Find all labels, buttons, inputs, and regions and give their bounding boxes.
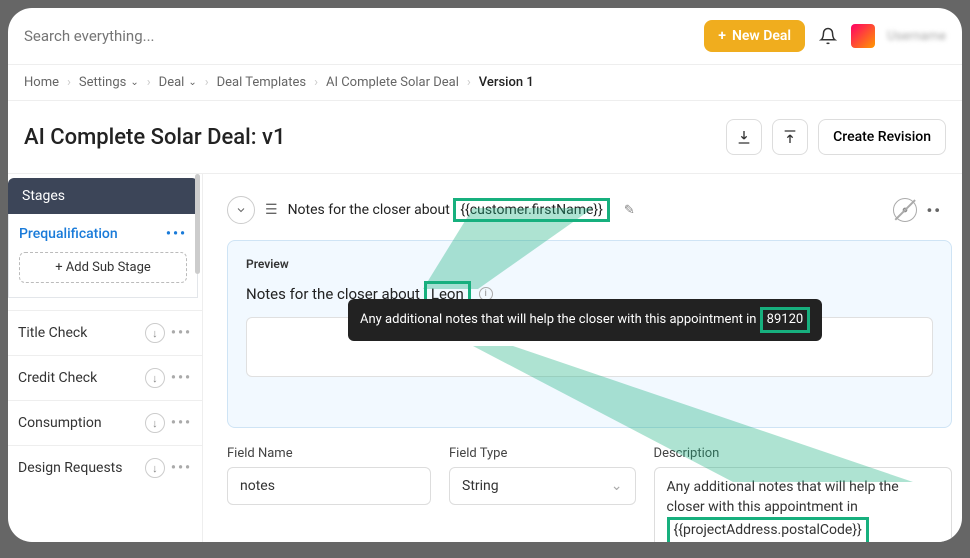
expression-highlight: {{projectAddress.postalCode}} bbox=[667, 517, 869, 542]
visibility-off-icon[interactable] bbox=[893, 198, 917, 222]
breadcrumb-item[interactable]: Deal ⌄ bbox=[159, 75, 197, 90]
stages-header: Stages bbox=[8, 178, 198, 214]
list-icon: ☰ bbox=[265, 202, 278, 218]
edit-icon[interactable]: ✎ bbox=[624, 203, 635, 218]
tooltip: Any additional notes that will help the … bbox=[348, 299, 822, 341]
add-sub-stage-button[interactable]: + Add Sub Stage bbox=[19, 252, 187, 283]
description-label: Description bbox=[654, 446, 952, 461]
page-title: AI Complete Solar Deal: v1 bbox=[24, 125, 716, 150]
field-type-select[interactable]: String⌄ bbox=[449, 467, 636, 505]
notifications-icon[interactable] bbox=[817, 25, 839, 47]
expression-highlight: {{customer.firstName}} bbox=[453, 198, 610, 222]
stage-item[interactable]: Title Check↓••• bbox=[8, 310, 202, 355]
topbar: +New Deal Username bbox=[8, 8, 962, 65]
upload-button[interactable] bbox=[772, 119, 808, 155]
create-revision-button[interactable]: Create Revision bbox=[818, 119, 946, 155]
field-type-label: Field Type bbox=[449, 446, 636, 461]
new-deal-button[interactable]: +New Deal bbox=[704, 20, 805, 52]
field-name-input[interactable] bbox=[227, 467, 431, 505]
tooltip-value-highlight: 89120 bbox=[760, 307, 811, 333]
fields-row: Field Name Field Type String⌄ Descriptio… bbox=[227, 446, 952, 542]
main-panel: ☰ Notes for the closer about {{customer.… bbox=[203, 174, 962, 542]
description-input[interactable]: Any additional notes that will help the … bbox=[654, 467, 952, 542]
arrow-down-icon[interactable]: ↓ bbox=[145, 458, 165, 478]
download-button[interactable] bbox=[726, 119, 762, 155]
stage-item[interactable]: Design Requests↓••• bbox=[8, 445, 202, 490]
arrow-down-icon[interactable]: ↓ bbox=[145, 368, 165, 388]
stage-active: Prequalification ••• + Add Sub Stage bbox=[8, 214, 198, 298]
stage-menu-icon[interactable]: ••• bbox=[166, 226, 187, 242]
stage-menu-icon[interactable]: ••• bbox=[171, 325, 192, 341]
collapse-toggle[interactable] bbox=[227, 196, 255, 224]
section-menu-icon[interactable]: •• bbox=[927, 201, 943, 220]
username: Username bbox=[887, 29, 946, 44]
stage-item[interactable]: Consumption↓••• bbox=[8, 400, 202, 445]
stage-item[interactable]: Credit Check↓••• bbox=[8, 355, 202, 400]
stage-menu-icon[interactable]: ••• bbox=[171, 460, 192, 476]
title-bar: AI Complete Solar Deal: v1 Create Revisi… bbox=[8, 101, 962, 174]
breadcrumb-item[interactable]: AI Complete Solar Deal bbox=[326, 75, 459, 90]
search-input[interactable] bbox=[24, 27, 692, 45]
breadcrumb-current: Version 1 bbox=[479, 75, 534, 90]
preview-panel: Preview Notes for the closer about Leon … bbox=[227, 240, 952, 428]
stage-label[interactable]: Prequalification bbox=[19, 226, 118, 242]
section-header: ☰ Notes for the closer about {{customer.… bbox=[227, 188, 962, 240]
stage-menu-icon[interactable]: ••• bbox=[171, 415, 192, 431]
arrow-down-icon[interactable]: ↓ bbox=[145, 323, 165, 343]
sidebar: Stages Prequalification ••• + Add Sub St… bbox=[8, 174, 203, 542]
breadcrumb-item[interactable]: Settings ⌄ bbox=[79, 75, 139, 90]
breadcrumb-item[interactable]: Home bbox=[24, 75, 59, 90]
field-name-label: Field Name bbox=[227, 446, 431, 461]
avatar[interactable] bbox=[851, 24, 875, 48]
breadcrumb-item[interactable]: Deal Templates bbox=[217, 75, 306, 90]
preview-label: Preview bbox=[246, 257, 933, 271]
section-title: Notes for the closer about {{customer.fi… bbox=[288, 198, 610, 222]
stage-menu-icon[interactable]: ••• bbox=[171, 370, 192, 386]
breadcrumb: Home› Settings ⌄› Deal ⌄› Deal Templates… bbox=[8, 65, 962, 101]
arrow-down-icon[interactable]: ↓ bbox=[145, 413, 165, 433]
